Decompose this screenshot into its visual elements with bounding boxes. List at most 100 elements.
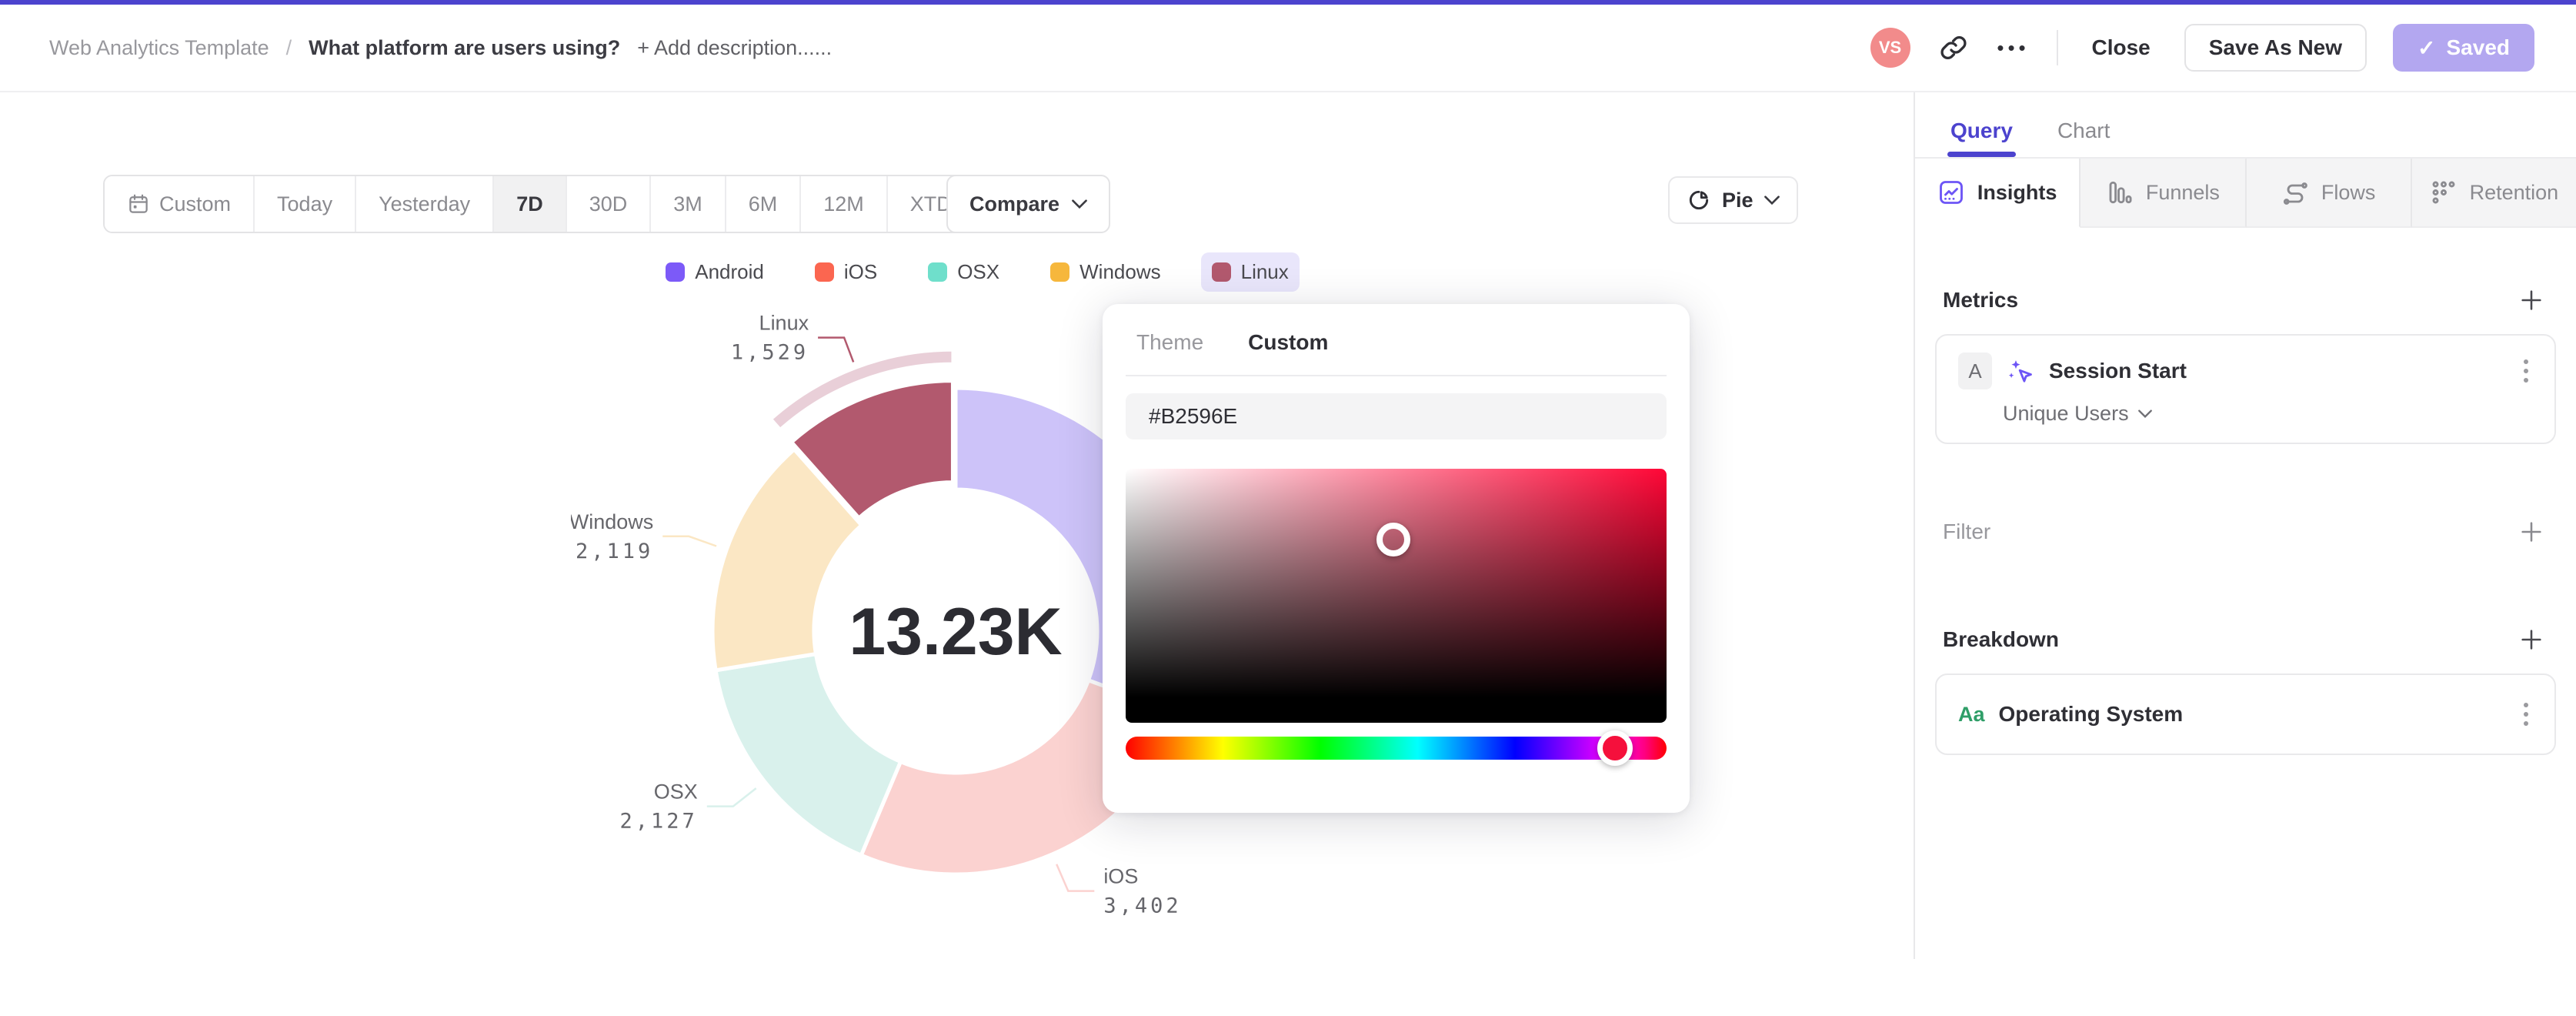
color-picker-tabs: Theme Custom (1126, 304, 1667, 376)
donut-total-label: 13.23K (849, 595, 1062, 669)
view-tab-retention[interactable]: Retention (2412, 159, 2576, 228)
check-icon: ✓ (2418, 35, 2435, 61)
share-link-button[interactable] (1937, 31, 1970, 65)
funnels-icon (2106, 179, 2134, 206)
range-6m[interactable]: 6M (726, 176, 802, 232)
range-30d[interactable]: 30D (567, 176, 652, 232)
header: Web Analytics Template / What platform a… (0, 5, 2576, 92)
compare-button[interactable]: Compare (946, 175, 1110, 233)
metric-aggregation-dropdown[interactable]: Unique Users (1958, 402, 2533, 426)
slice-label-name: OSX (654, 780, 698, 804)
legend-swatch[interactable] (1212, 262, 1231, 282)
header-divider (2057, 30, 2058, 65)
chevron-down-icon (1072, 199, 1087, 209)
range-custom[interactable]: Custom (105, 176, 255, 232)
breakdown-heading: Breakdown (1943, 627, 2059, 652)
legend-item-osx[interactable]: OSX (917, 252, 1010, 292)
saturation-value-area[interactable] (1126, 469, 1667, 723)
filter-section-header: Filter (1935, 515, 2556, 549)
legend-label: Windows (1079, 260, 1160, 284)
hue-handle[interactable] (1597, 730, 1633, 766)
metrics-section-header: Metrics (1935, 283, 2556, 317)
add-breakdown-button[interactable] (2514, 623, 2548, 657)
legend-label: Android (695, 260, 764, 284)
hex-color-input[interactable]: #B2596E (1126, 393, 1667, 439)
view-tab-flows[interactable]: Flows (2247, 159, 2412, 228)
label-leader-line (818, 338, 853, 363)
date-range-group: CustomTodayYesterday7D30D3M6M12MXTD (103, 175, 1000, 233)
breakdown-kebab-menu[interactable] (2519, 698, 2533, 730)
chart-legend: AndroidiOSOSXWindowsLinux (708, 252, 1246, 292)
save-as-new-button[interactable]: Save As New (2184, 24, 2367, 72)
legend-swatch[interactable] (928, 262, 947, 282)
legend-item-linux[interactable]: Linux (1201, 252, 1300, 292)
saved-label: Saved (2447, 35, 2511, 60)
label-leader-line (707, 788, 756, 807)
slice-label-name: Linux (759, 312, 809, 335)
label-leader-line (662, 536, 716, 546)
more-menu-button[interactable]: ••• (1997, 31, 2030, 65)
legend-item-windows[interactable]: Windows (1039, 252, 1171, 292)
sidebar-content: Metrics A Session Start Unique Use (1915, 283, 2576, 755)
legend-swatch[interactable] (1050, 262, 1069, 282)
view-tab-funnels[interactable]: Funnels (2080, 159, 2246, 228)
color-picker-popup: Theme Custom #B2596E (1103, 304, 1690, 813)
slice-label-value: 2,119 (576, 540, 653, 563)
legend-label: iOS (844, 260, 877, 284)
chart-type-button[interactable]: Pie (1668, 176, 1798, 224)
view-tab-insights[interactable]: Insights (1915, 159, 2080, 228)
legend-swatch[interactable] (666, 262, 685, 282)
insights-icon (1937, 179, 1965, 206)
metrics-heading: Metrics (1943, 288, 2018, 312)
legend-label: Linux (1241, 260, 1289, 284)
avatar[interactable]: VS (1870, 28, 1910, 68)
hue-slider[interactable] (1126, 737, 1667, 760)
breakdown-title: Operating System (1999, 702, 2505, 727)
analysis-views-row: InsightsFunnelsFlowsRetention (1915, 157, 2576, 228)
metric-series-badge: A (1958, 353, 1992, 389)
flows-icon (2281, 179, 2309, 206)
add-filter-button[interactable] (2514, 515, 2548, 549)
add-metric-button[interactable] (2514, 283, 2548, 317)
chevron-down-icon (1764, 196, 1780, 205)
metric-aggregation-label: Unique Users (2003, 402, 2129, 426)
compare-label: Compare (969, 192, 1059, 216)
filter-heading: Filter (1943, 520, 1990, 544)
retention-icon (2430, 179, 2458, 206)
pie-slice-windows[interactable]: Windows2,119 (571, 450, 862, 670)
range-12m[interactable]: 12M (801, 176, 888, 232)
slice-label-name: iOS (1103, 865, 1138, 888)
range-today[interactable]: Today (255, 176, 356, 232)
breadcrumb: Web Analytics Template / What platform a… (0, 36, 1870, 60)
range-yesterday[interactable]: Yesterday (356, 176, 494, 232)
legend-item-ios[interactable]: iOS (804, 252, 888, 292)
add-description-button[interactable]: + Add description...... (637, 36, 832, 60)
tab-custom[interactable]: Custom (1248, 330, 1328, 355)
breadcrumb-project[interactable]: Web Analytics Template (49, 36, 269, 60)
pie-slice-osx[interactable]: OSX2,127 (620, 654, 901, 856)
metric-kebab-menu[interactable] (2519, 355, 2533, 387)
header-actions: VS ••• Close Save As New ✓ Saved (1870, 24, 2576, 72)
pie-chart-icon (1687, 188, 1711, 212)
page-title[interactable]: What platform are users using? (309, 36, 620, 60)
range-7d[interactable]: 7D (494, 176, 567, 232)
chart-type-label: Pie (1722, 189, 1753, 212)
legend-item-android[interactable]: Android (655, 252, 775, 292)
legend-swatch[interactable] (815, 262, 834, 282)
close-button[interactable]: Close (2084, 35, 2158, 60)
slice-label-value: 3,402 (1103, 894, 1181, 918)
tab-theme[interactable]: Theme (1136, 330, 1203, 355)
tab-chart[interactable]: Chart (2057, 119, 2110, 157)
metric-card[interactable]: A Session Start Unique Users (1935, 334, 2556, 444)
breakdown-card[interactable]: Aa Operating System (1935, 673, 2556, 755)
breadcrumb-divider: / (286, 36, 292, 60)
saturation-handle[interactable] (1376, 523, 1410, 556)
range-3m[interactable]: 3M (651, 176, 726, 232)
label-leader-line (1056, 864, 1094, 891)
query-sidebar: Query Chart InsightsFunnelsFlowsRetentio… (1914, 92, 2576, 959)
tab-query[interactable]: Query (1950, 119, 2013, 157)
string-property-icon: Aa (1958, 703, 1985, 727)
calendar-icon (127, 192, 150, 216)
saved-button[interactable]: ✓ Saved (2393, 24, 2534, 72)
link-icon (1940, 34, 1967, 62)
